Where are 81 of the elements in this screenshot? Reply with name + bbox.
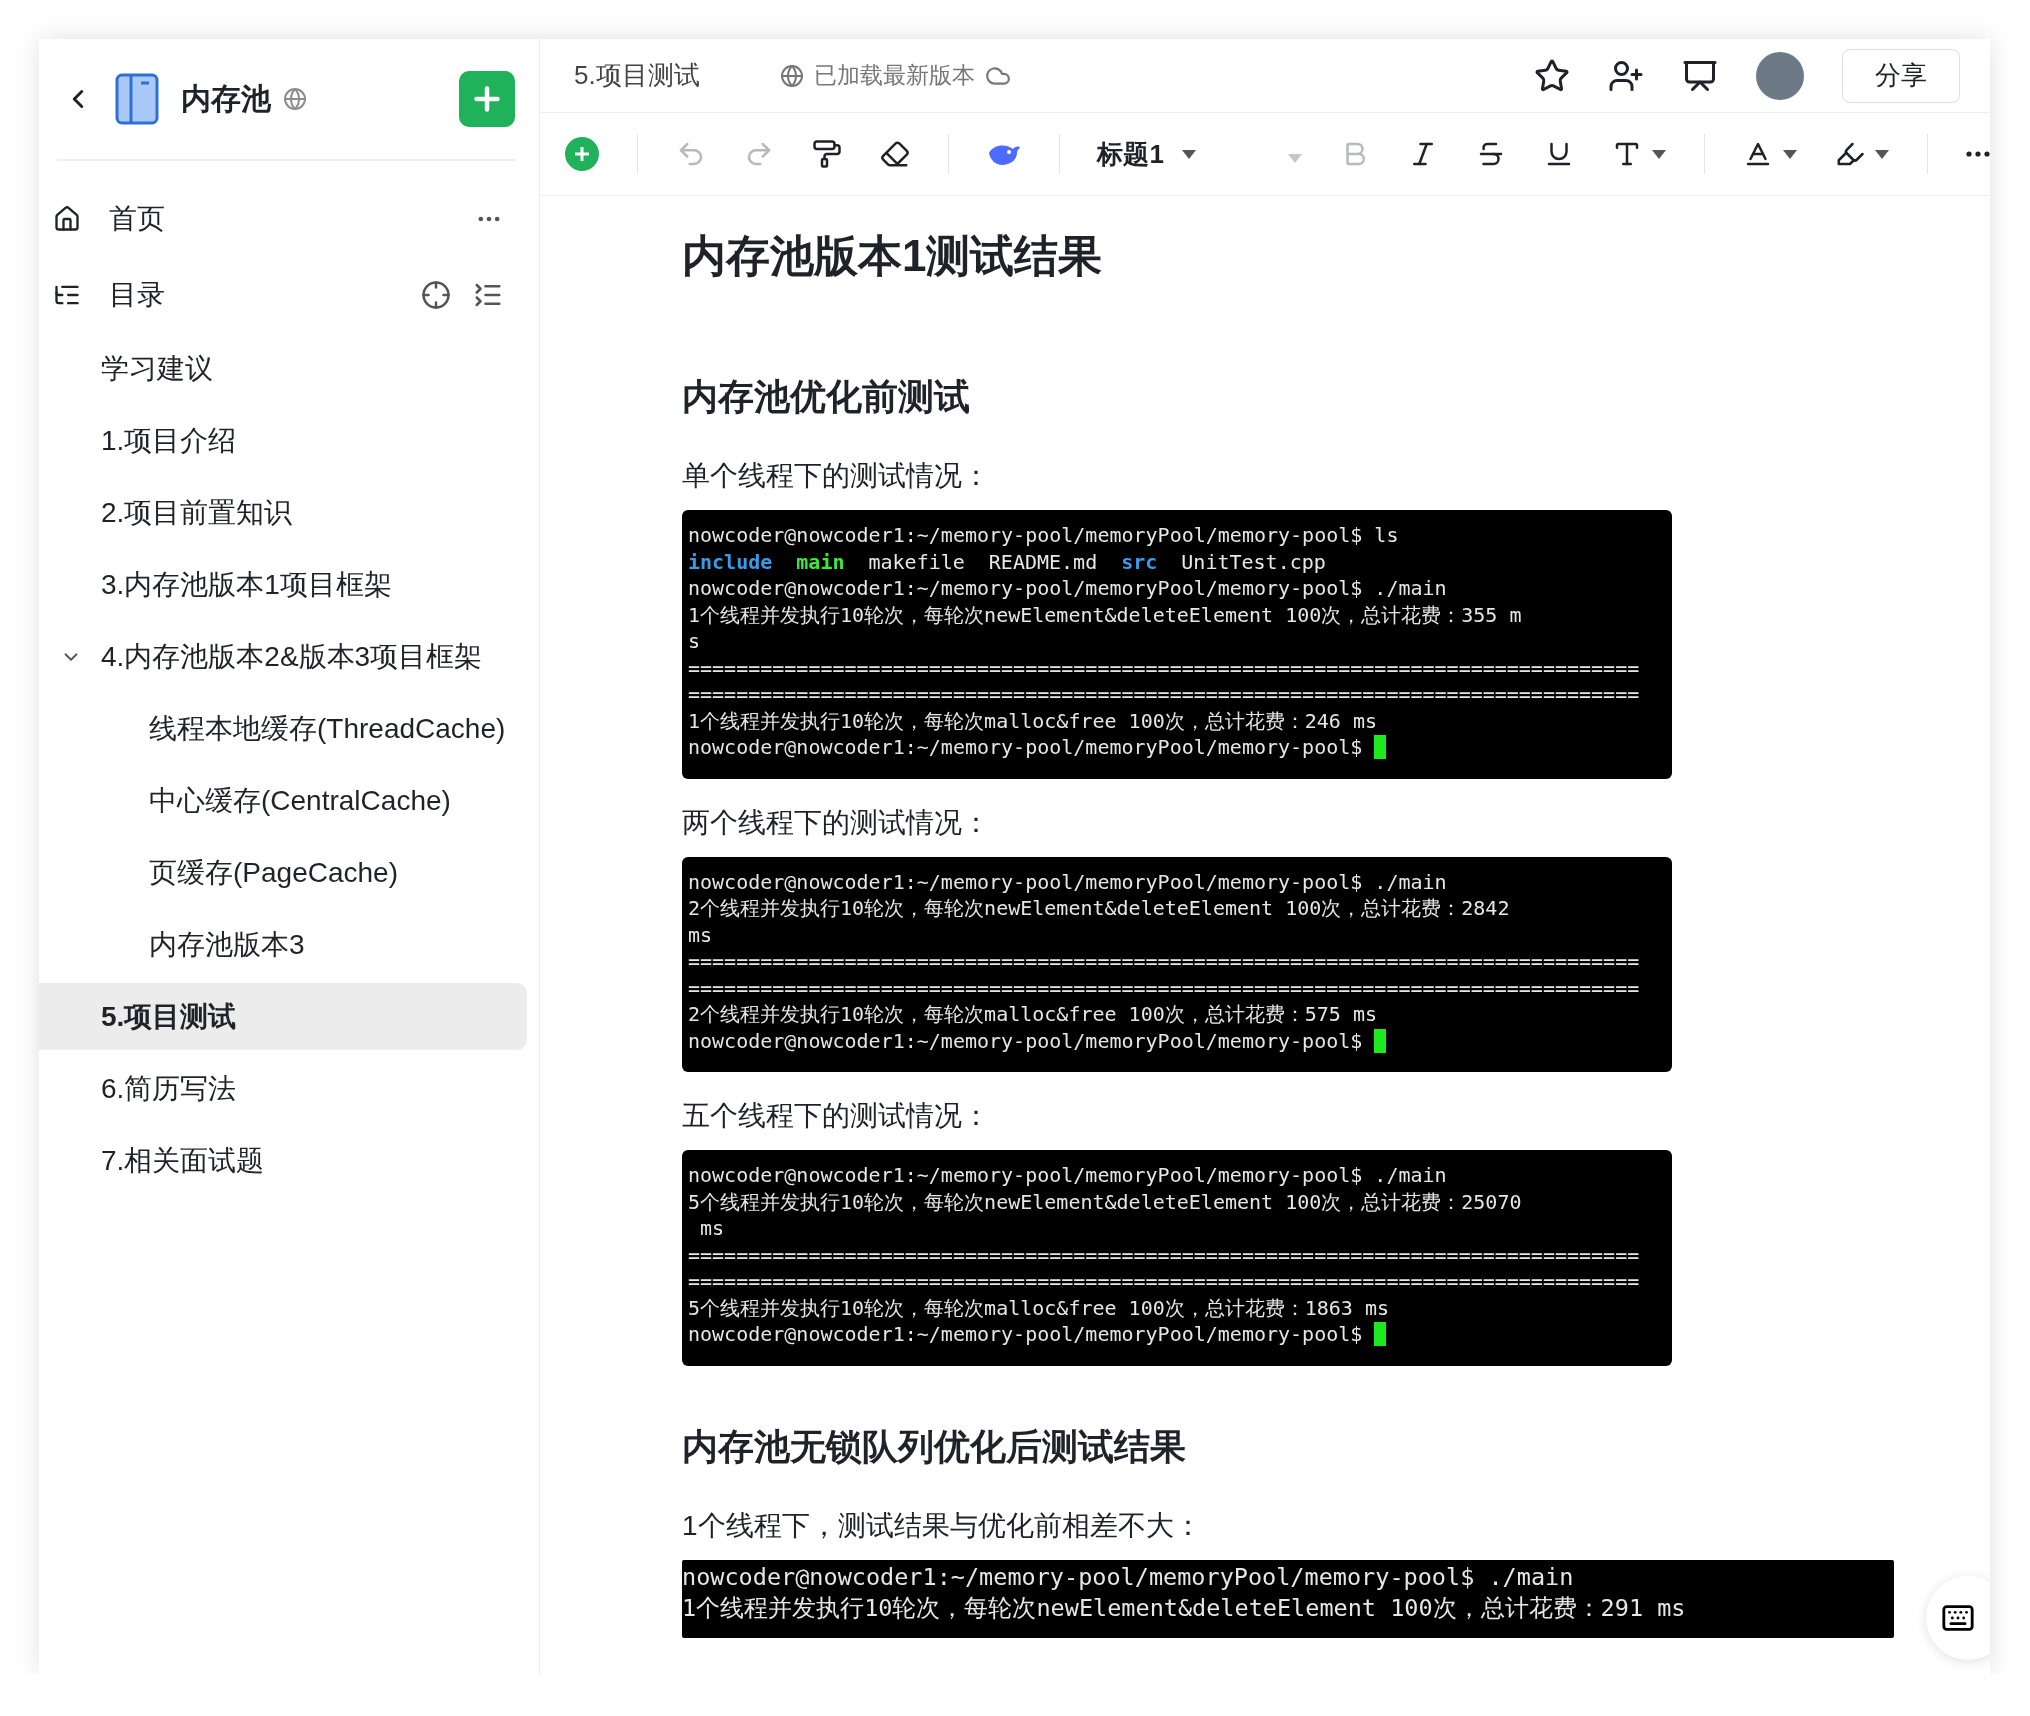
toc-item[interactable]: 7.相关面试题 <box>39 1127 527 1194</box>
save-status: 已加载最新版本 <box>813 61 975 90</box>
terminal-text: nowcoder@nowcoder1:~/memory-pool/memoryPool/memory-pool$ ./main <box>688 575 1447 602</box>
paint-roller-icon <box>811 139 842 169</box>
terminal-text: =============================================================================== <box>688 681 1640 708</box>
toc-item[interactable]: 4.内存池版本2&版本3项目框架 <box>39 623 527 690</box>
caret-icon <box>1652 149 1667 159</box>
terminal-text: =============================================================================== <box>688 654 1640 681</box>
nav-item[interactable]: 首页 <box>109 200 165 238</box>
paragraph: 两个线程下的测试情况： <box>682 805 991 840</box>
terminal-text: include <box>688 548 773 575</box>
paint-roller-button[interactable] <box>811 139 842 169</box>
keyboard-button[interactable] <box>1926 1576 1990 1660</box>
toc-item[interactable]: 线程本地缓存(ThreadCache) <box>39 695 527 762</box>
toc-item[interactable]: 中心缓存(CentralCache) <box>39 767 527 834</box>
document-title: 内存池版本1测试结果 <box>682 230 1104 282</box>
star-icon[interactable] <box>1534 57 1570 94</box>
terminal-text: nowcoder@nowcoder1:~/memory-pool/memoryPool/memory-pool$ ./main <box>682 1561 1574 1593</box>
insert-button[interactable] <box>565 137 599 171</box>
cursor-icon <box>1374 1322 1387 1347</box>
more-icon <box>1965 151 1990 157</box>
terminal-text: nowcoder@nowcoder1:~/memory-pool/memoryPool/memory-pool$ <box>688 1321 1364 1348</box>
terminal-text: nowcoder@nowcoder1:~/memory-pool/memoryPool/memory-pool$ ls <box>688 522 1399 549</box>
terminal-text: 1个线程并发执行10轮次，每轮次malloc&free 100次，总计花费：246 ms <box>688 707 1377 734</box>
terminal-text: README.md <box>988 548 1098 575</box>
caret-icon <box>1875 149 1890 159</box>
toc-item[interactable]: 页缓存(PageCache) <box>39 839 527 906</box>
toc-item[interactable]: 内存池版本3 <box>39 911 527 978</box>
cursor-icon <box>1374 735 1387 760</box>
terminal-text: =============================================================================== <box>688 1241 1640 1268</box>
terminal-text: 1个线程并发执行10轮次，每轮次newElement&deleteElement 100次，总计花费：355 m <box>688 601 1522 628</box>
sync-icon <box>779 63 804 88</box>
terminal-text: 5个线程并发执行10轮次，每轮次malloc&free 100次，总计花费：1863 ms <box>688 1294 1390 1321</box>
section-heading: 内存池无锁队列优化后测试结果 <box>682 1424 1187 1469</box>
terminal-text: UnitTest.cpp <box>1181 548 1326 575</box>
terminal-text: 2个线程并发执行10轮次，每轮次newElement&deleteElement 100次，总计花费：2842 <box>688 895 1510 922</box>
eraser-button[interactable] <box>879 139 910 169</box>
terminal-text: makefile <box>868 548 965 575</box>
globe-icon <box>283 87 307 111</box>
locate-icon[interactable] <box>421 280 451 310</box>
toc-item[interactable]: 5.项目测试 <box>39 983 527 1050</box>
caret-icon <box>1181 149 1196 159</box>
block-style-dropdown[interactable]: 标题1 <box>1097 136 1303 172</box>
toc-item[interactable]: 3.内存池版本1项目框架 <box>39 551 527 618</box>
cursor-icon <box>1374 1028 1387 1053</box>
plus-icon <box>565 137 599 171</box>
terminal-text: =============================================================================== <box>688 1268 1640 1295</box>
toc-item[interactable]: 6.简历写法 <box>39 1055 527 1122</box>
terminal-text: nowcoder@nowcoder1:~/memory-pool/memoryPool/memory-pool$ ./main <box>688 868 1447 895</box>
terminal-text: main <box>796 548 845 575</box>
terminal-text: =============================================================================== <box>688 948 1640 975</box>
eraser-icon <box>879 139 910 169</box>
terminal-text: s <box>688 628 701 655</box>
paragraph: 1个线程下，测试结果与优化前相差不大： <box>682 1508 1203 1543</box>
terminal-text: 2个线程并发执行10轮次，每轮次malloc&free 100次，总计花费：575 ms <box>688 1001 1377 1028</box>
avatar[interactable] <box>1756 51 1804 100</box>
book-icon <box>115 73 159 125</box>
toc-item[interactable]: 1.项目介绍 <box>39 407 527 474</box>
section-heading: 内存池优化前测试 <box>682 375 971 419</box>
paragraph: 五个线程下的测试情况： <box>682 1099 991 1133</box>
terminal-text: ms <box>699 1215 725 1242</box>
share-button[interactable]: 分享 <box>1842 48 1960 103</box>
add-button[interactable] <box>459 71 515 127</box>
knowledge-base-title: 内存池 <box>181 80 271 117</box>
breadcrumb[interactable]: 5.项目测试 <box>574 58 700 93</box>
home-icon <box>53 205 81 233</box>
terminal-text: 1个线程并发执行10轮次，每轮次newElement&deleteElement 100次，总计花费：291 ms <box>682 1592 1686 1624</box>
terminal-text: src <box>1121 548 1158 575</box>
nav-item[interactable]: 目录 <box>109 276 165 314</box>
paragraph: 单个线程下的测试情况： <box>682 459 991 493</box>
more-button[interactable] <box>1965 151 1990 157</box>
terminal-text: nowcoder@nowcoder1:~/memory-pool/memoryPool/memory-pool$ ./main <box>688 1162 1447 1189</box>
toc-item[interactable]: 2.项目前置知识 <box>39 479 527 546</box>
terminal-text: nowcoder@nowcoder1:~/memory-pool/memoryPool/memory-pool$ <box>688 1027 1364 1054</box>
terminal-text: 5个线程并发执行10轮次，每轮次newElement&deleteElement 100次，总计花费：25070 <box>688 1188 1522 1215</box>
caret-icon <box>1288 153 1303 163</box>
caret-icon <box>1783 149 1798 159</box>
terminal-text: =============================================================================== <box>688 974 1640 1001</box>
terminal-text: nowcoder@nowcoder1:~/memory-pool/memoryPool/memory-pool$ <box>688 734 1364 761</box>
toc-item[interactable]: 学习建议 <box>39 335 527 402</box>
terminal-text: ms <box>688 921 713 948</box>
